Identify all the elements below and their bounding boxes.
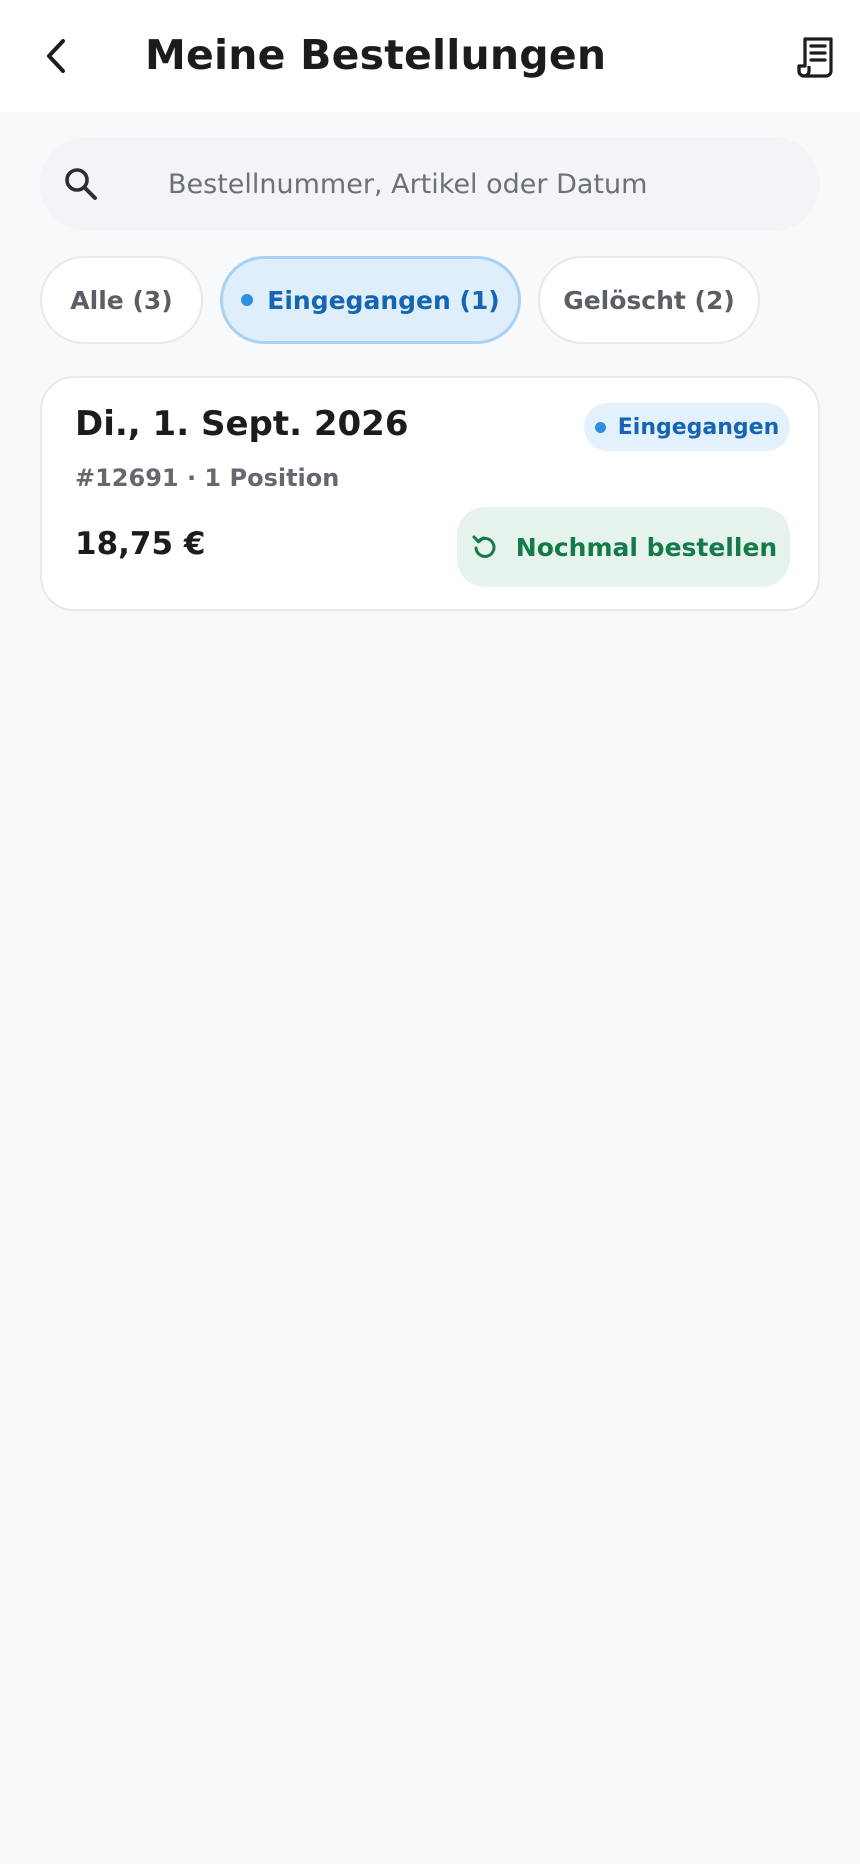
search-bar[interactable] [40, 137, 820, 231]
reorder-button[interactable]: Nochmal bestellen [457, 507, 790, 587]
status-dot [241, 294, 254, 306]
status-badge: Eingegangen [584, 403, 790, 451]
search-input[interactable] [168, 159, 788, 209]
page-title: Meine Bestellungen [145, 31, 607, 79]
refresh-icon [470, 532, 500, 562]
order-card[interactable]: Di., 1. Sept. 2026 Eingegangen #12691 · … [40, 376, 820, 611]
status-badge-label: Eingegangen [617, 414, 780, 440]
receipt-button[interactable] [792, 32, 840, 82]
chevron-left-icon [47, 39, 65, 73]
filter-chip-label: Gelöscht (2) [563, 285, 735, 315]
order-total: 18,75 € [75, 526, 206, 562]
order-date: Di., 1. Sept. 2026 [75, 404, 409, 444]
search-icon [65, 168, 97, 200]
filter-chip-received[interactable]: Eingegangen (1) [220, 256, 521, 344]
orders-page: Meine Bestellungen Alle (3) Eingegangen … [0, 0, 860, 1864]
receipt-icon [797, 37, 833, 78]
order-meta: #12691 · 1 Position [75, 464, 340, 492]
filter-chip-label: Eingegangen (1) [267, 285, 500, 315]
filter-chip-deleted[interactable]: Gelöscht (2) [538, 256, 760, 344]
status-dot [594, 421, 606, 433]
filter-chip-all[interactable]: Alle (3) [40, 256, 203, 344]
filter-chip-label: Alle (3) [70, 285, 173, 315]
back-button[interactable] [34, 30, 78, 82]
reorder-button-label: Nochmal bestellen [515, 532, 778, 562]
app-header: Meine Bestellungen [0, 0, 860, 112]
